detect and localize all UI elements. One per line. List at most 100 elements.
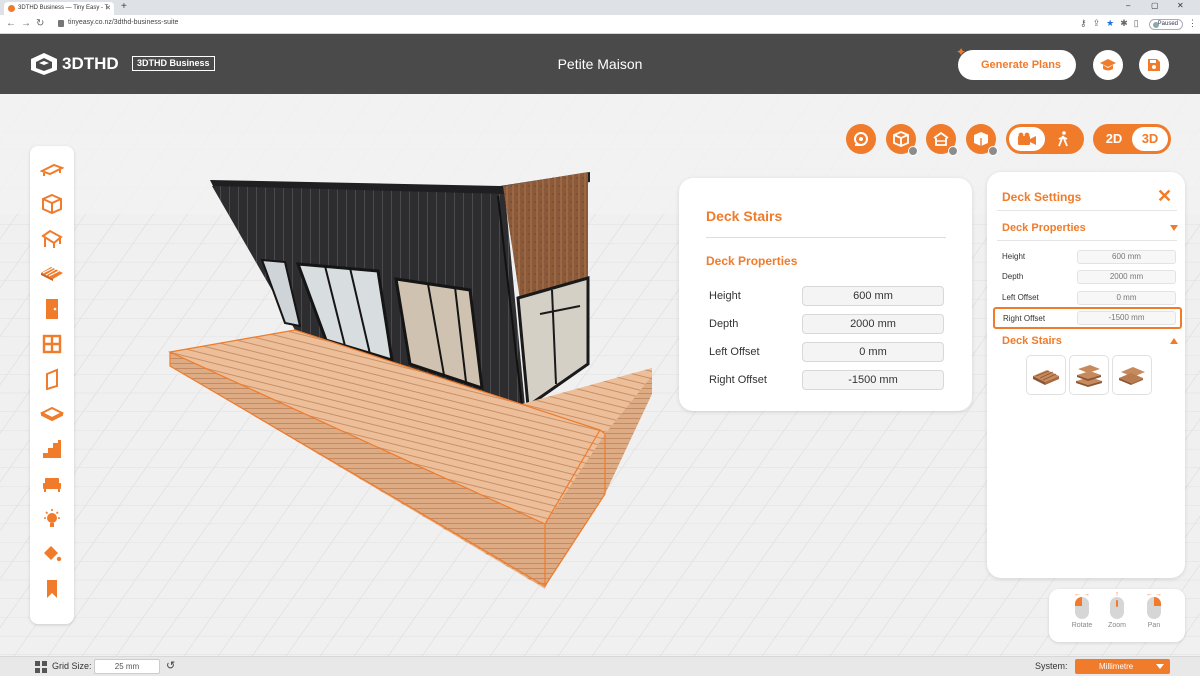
popup-title: Deck Stairs (706, 208, 783, 224)
rotate-label: Rotate (1071, 622, 1093, 629)
url-field[interactable]: tinyeasy.co.nz/3dthd-business-suite (68, 19, 178, 26)
mode-3d-button[interactable]: 3D (1132, 127, 1168, 151)
mouse-left-icon (1075, 597, 1089, 619)
save-button[interactable] (1139, 50, 1169, 80)
grid-icon (35, 661, 47, 673)
pan-label: Pan (1147, 622, 1161, 629)
tool-deck[interactable] (36, 259, 68, 289)
tool-furniture[interactable] (36, 469, 68, 499)
address-bar-icons[interactable]: ⚷⇪★✱▯ (1080, 18, 1145, 29)
browser-tab-bar: 3DTHD Business — Tiny Easy - T ✕ + – ▢ ✕ (0, 0, 1200, 15)
left-toolbar (30, 146, 74, 624)
tool-bookmark[interactable] (36, 574, 68, 604)
house-view-icon (933, 131, 949, 146)
graduation-cap-icon (1100, 59, 1116, 71)
save-icon (1148, 59, 1160, 71)
video-camera-icon (1018, 132, 1036, 145)
reload-icon[interactable]: ↻ (36, 18, 44, 29)
tool-stairs[interactable] (36, 434, 68, 464)
chevron-down-icon[interactable] (1170, 225, 1178, 231)
unit-system-value: Millimetre (1099, 662, 1134, 671)
orbit-camera-button[interactable] (1009, 127, 1045, 151)
tool-paint[interactable] (36, 539, 68, 569)
chevron-down-icon (1156, 664, 1164, 669)
close-icon[interactable]: ✕ (1157, 186, 1172, 207)
tool-walls[interactable] (36, 189, 68, 219)
right-offset-label: Right Offset (709, 374, 767, 386)
generate-plans-button[interactable]: Generate Plans (958, 50, 1076, 80)
grid-size-label: Grid Size: (52, 661, 92, 671)
system-label: System: (1035, 661, 1068, 671)
height-field[interactable]: 600 mm (1077, 250, 1176, 264)
light-bulb-icon (44, 509, 60, 527)
deck-icon (41, 267, 63, 281)
walk-mode-button[interactable] (1045, 127, 1081, 151)
close-tab-icon[interactable]: ✕ (105, 2, 111, 15)
deck-settings-panel: Deck Settings ✕ Deck Properties Height 6… (987, 172, 1185, 578)
right-offset-field[interactable]: -1500 mm (1077, 311, 1176, 325)
tape-measure-icon (854, 132, 868, 146)
maximize-window-button[interactable]: ▢ (1151, 1, 1159, 10)
tool-lighting[interactable] (36, 504, 68, 534)
left-offset-label: Left Offset (1002, 293, 1039, 302)
right-offset-field[interactable]: -1500 mm (802, 370, 944, 390)
close-window-button[interactable]: ✕ (1177, 1, 1184, 10)
deck-properties-section[interactable]: Deck Properties (1002, 222, 1086, 234)
depth-label: Depth (1002, 272, 1024, 281)
rotate-hint: ← → Rotate (1067, 591, 1097, 629)
profile-paused-badge[interactable]: Paused (1149, 19, 1183, 30)
tinyeasy-favicon-icon (8, 5, 15, 12)
stair-style-option[interactable] (1069, 355, 1109, 395)
depth-field[interactable]: 2000 mm (1077, 270, 1176, 284)
hide-walls-button[interactable] (886, 124, 918, 156)
stair-style-1-icon (1033, 370, 1059, 385)
zoom-label: Zoom (1108, 622, 1126, 629)
left-offset-field[interactable]: 0 mm (1077, 291, 1176, 305)
mode-2d-button[interactable]: 2D (1096, 127, 1132, 151)
height-field[interactable]: 600 mm (802, 286, 944, 306)
new-tab-button[interactable]: + (121, 1, 127, 12)
tool-windows[interactable] (36, 329, 68, 359)
popup-divider (706, 237, 946, 238)
tool-roof-frame[interactable] (36, 224, 68, 254)
tool-panels[interactable] (36, 364, 68, 394)
browser-tab[interactable]: 3DTHD Business — Tiny Easy - T ✕ (4, 2, 114, 15)
hide-cladding-button[interactable] (966, 124, 998, 156)
unit-system-select[interactable]: Millimetre (1075, 659, 1170, 674)
mouse-wheel-icon (1110, 597, 1124, 619)
stair-style-option[interactable] (1026, 355, 1066, 395)
forward-icon[interactable]: → (21, 18, 31, 29)
minimize-window-button[interactable]: – (1126, 1, 1130, 10)
stair-style-option[interactable] (1112, 355, 1152, 395)
paint-bucket-icon (44, 546, 62, 562)
logo-badge: 3DTHD Business (132, 56, 215, 71)
status-bar: Grid Size: 25 mm ↺ System: Millimetre (0, 656, 1200, 676)
popup-row-left-offset: Left Offset 0 mm (709, 342, 944, 362)
grid-size-input[interactable]: 25 mm (94, 659, 160, 674)
reset-view-icon[interactable]: ↺ (166, 659, 175, 672)
extensions-icon: ✱ (1120, 18, 1134, 28)
settings-divider (997, 240, 1177, 241)
tool-roof[interactable] (36, 154, 68, 184)
browser-menu-icon[interactable]: ⋮ (1188, 18, 1197, 29)
popup-row-height: Height 600 mm (709, 286, 944, 306)
left-offset-field[interactable]: 0 mm (802, 342, 944, 362)
eye-badge-icon (908, 146, 918, 156)
chevron-up-icon[interactable] (1170, 338, 1178, 344)
dimension-mode-toggle: 2D 3D (1093, 124, 1171, 154)
settings-row-left-offset: Left Offset 0 mm (1002, 291, 1178, 305)
tool-floor[interactable] (36, 399, 68, 429)
measure-tape-button[interactable] (846, 124, 876, 154)
deck-stairs-popup: Deck Stairs Deck Properties Height 600 m… (679, 178, 972, 411)
browser-address-bar: ← → ↻ tinyeasy.co.nz/3dthd-business-suit… (0, 15, 1200, 34)
popup-section-title: Deck Properties (706, 254, 798, 268)
tool-doors[interactable] (36, 294, 68, 324)
lock-icon (58, 20, 64, 27)
hide-roof-button[interactable] (926, 124, 958, 156)
height-label: Height (709, 290, 741, 302)
depth-field[interactable]: 2000 mm (802, 314, 944, 334)
back-icon[interactable]: ← (6, 18, 16, 29)
deck-stairs-section[interactable]: Deck Stairs (1002, 335, 1062, 347)
logo-cube-icon (31, 53, 57, 75)
tutorial-button[interactable] (1093, 50, 1123, 80)
